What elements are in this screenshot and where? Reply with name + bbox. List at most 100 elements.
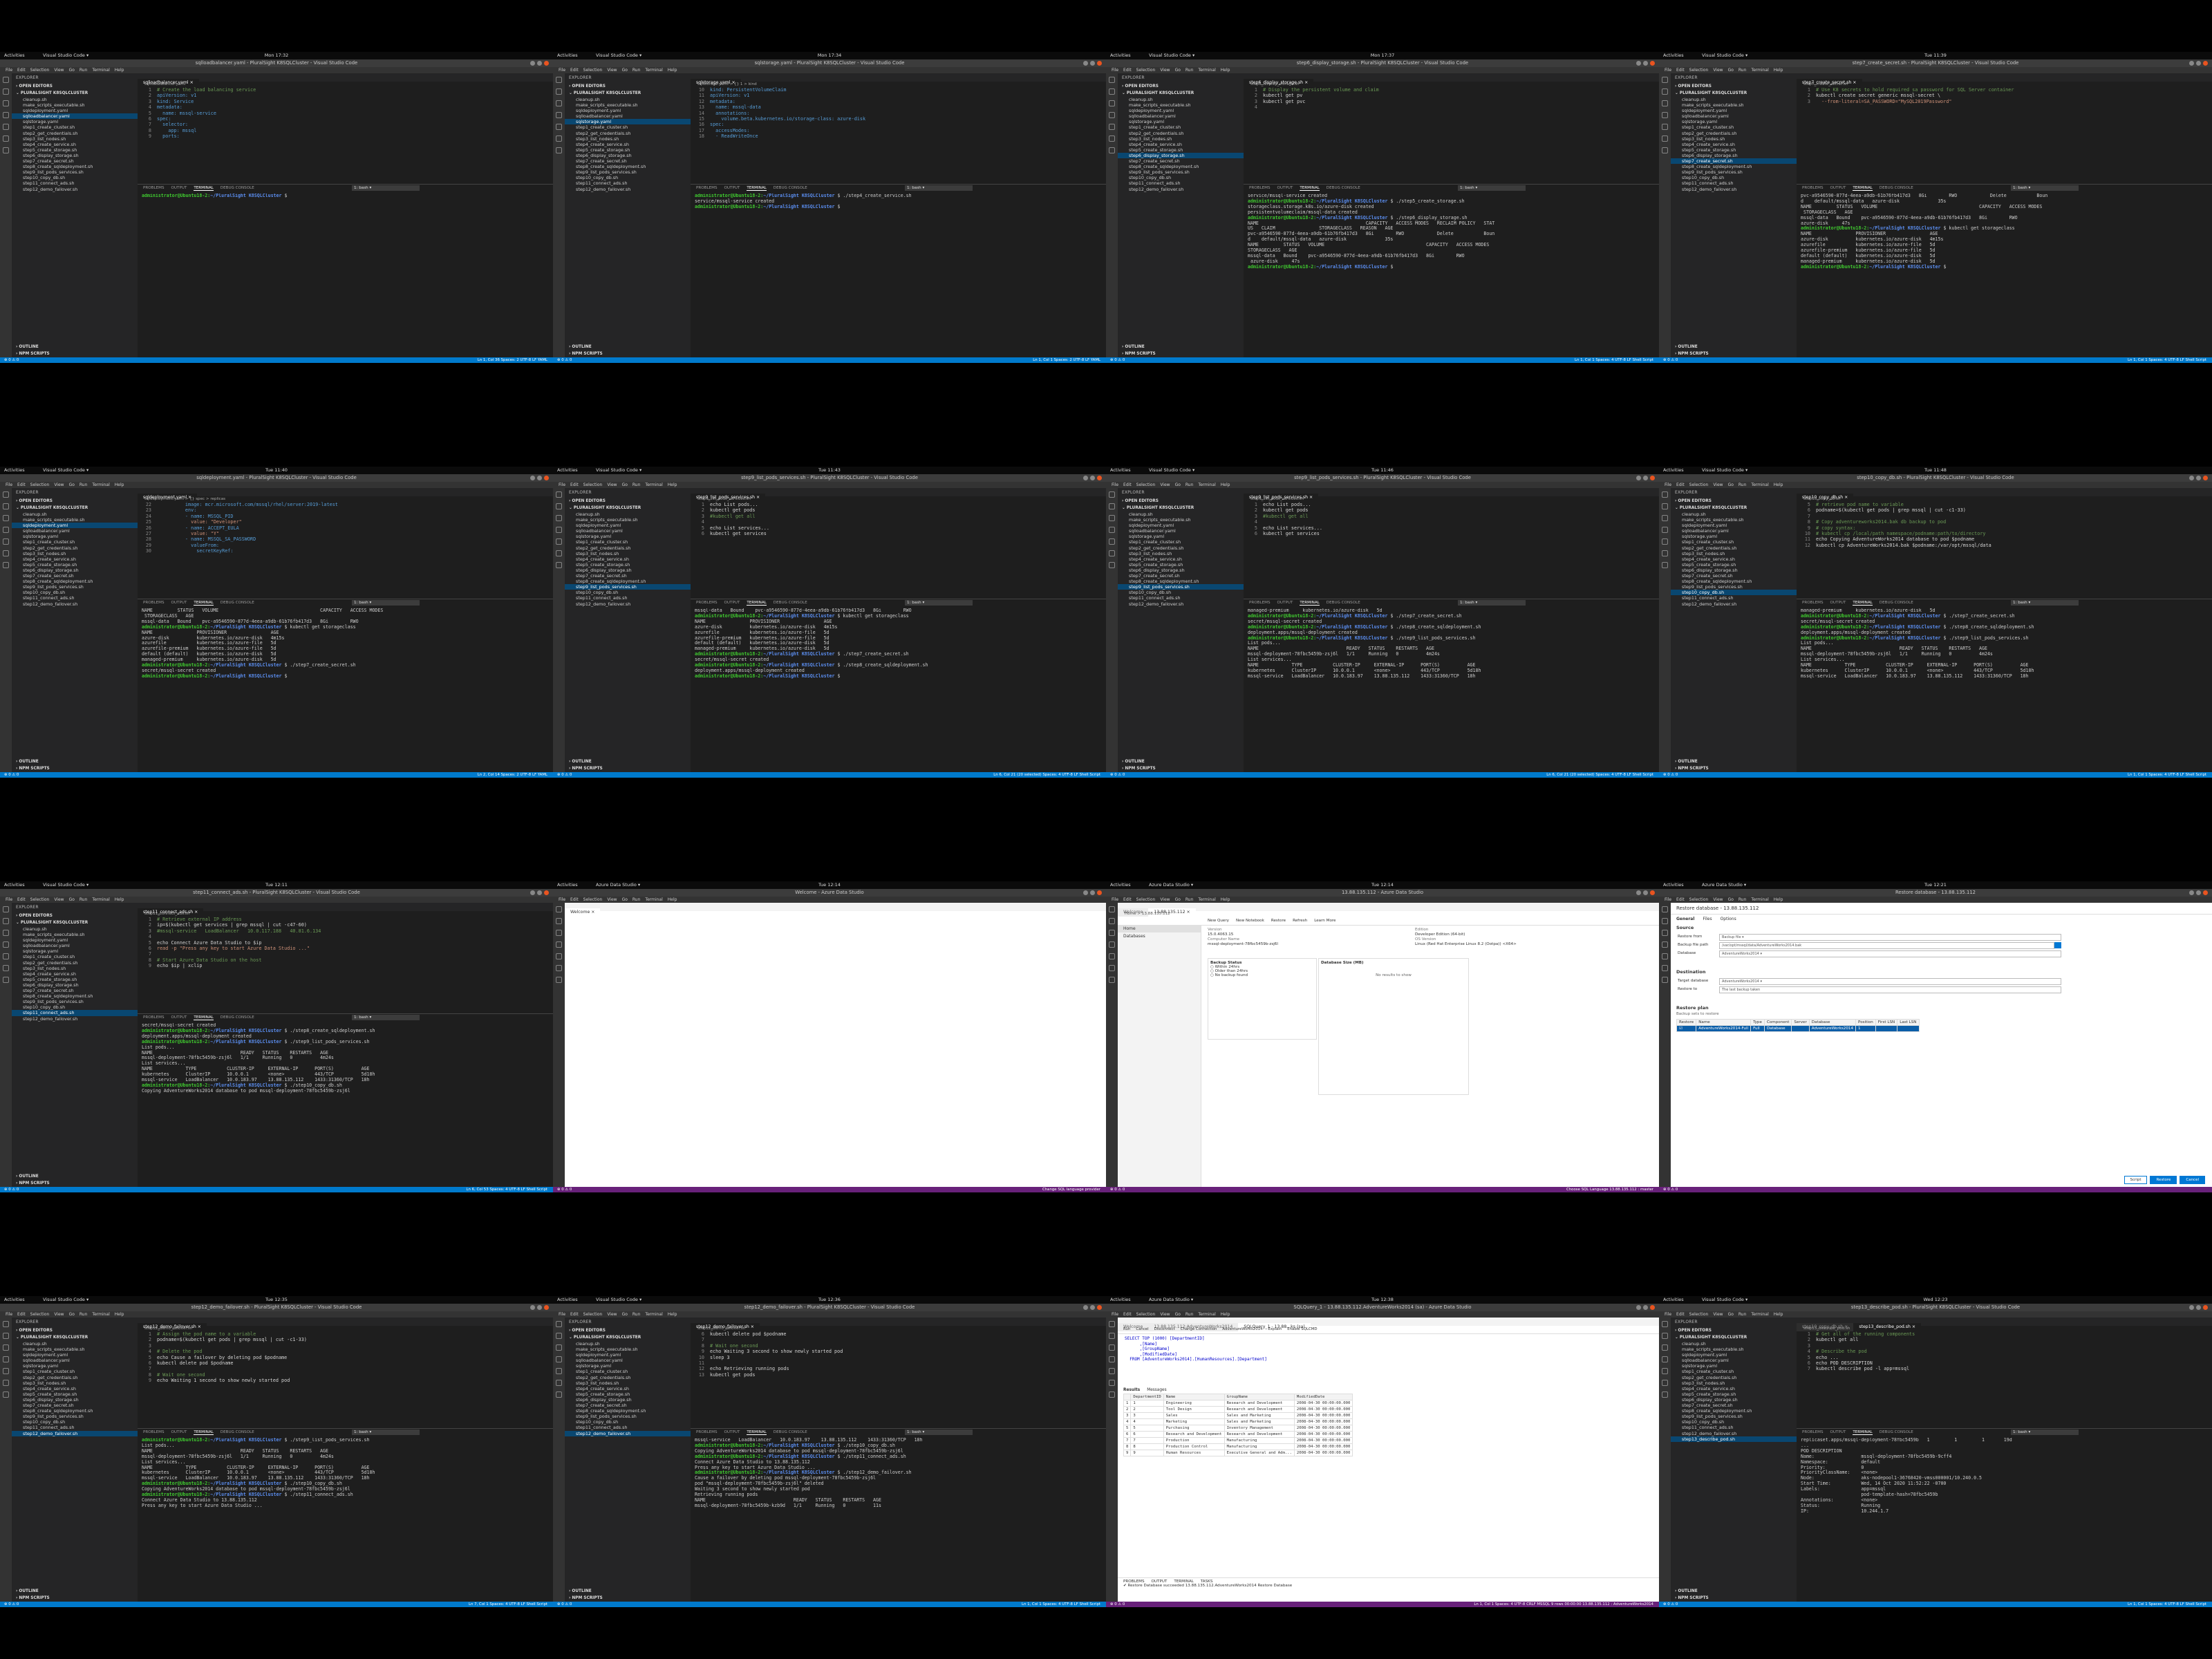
source-control-icon[interactable] — [1662, 515, 1668, 521]
menu-file[interactable]: File — [1665, 68, 1671, 73]
outline-section[interactable]: › OUTLINE — [1671, 758, 1797, 765]
file-item[interactable]: make_scripts_executable.sh — [1118, 517, 1244, 523]
panel-tab-terminal[interactable]: TERMINAL — [1853, 1430, 1873, 1435]
workspace-section[interactable]: ⌄ PLURALSIGHT K8SQLCLUSTER — [12, 505, 138, 512]
close-icon[interactable] — [2203, 1305, 2208, 1310]
menu-view[interactable]: View — [1713, 897, 1723, 902]
maximize-icon[interactable] — [2196, 476, 2201, 480]
menu-selection[interactable]: Selection — [30, 897, 50, 902]
file-item[interactable]: step3_list_nodes.sh — [12, 966, 138, 971]
menu-selection[interactable]: Selection — [583, 897, 603, 902]
file-item[interactable]: step9_list_pods_services.sh — [1118, 169, 1244, 175]
workspace-section[interactable]: ⌄ PLURALSIGHT K8SQLCLUSTER — [12, 919, 138, 926]
panel-tab-terminal[interactable]: TERMINAL — [194, 1015, 214, 1020]
close-icon[interactable] — [1650, 476, 1655, 480]
extensions-icon[interactable] — [556, 538, 562, 545]
menu-edit[interactable]: Edit — [1676, 897, 1685, 902]
open-editors-section[interactable]: › OPEN EDITORS — [565, 83, 691, 90]
file-item[interactable]: cleanup.sh — [565, 512, 691, 517]
extensions-icon[interactable] — [3, 538, 9, 545]
panel-tab-output[interactable]: OUTPUT — [1830, 186, 1846, 190]
outline-section[interactable]: › OUTLINE — [1671, 344, 1797, 350]
debug-icon[interactable] — [1109, 1356, 1115, 1362]
menu-view[interactable]: View — [1713, 1312, 1723, 1317]
menu-help[interactable]: Help — [668, 68, 677, 73]
search-icon[interactable] — [3, 503, 9, 509]
menu-run[interactable]: Run — [632, 1312, 641, 1317]
menu-terminal[interactable]: Terminal — [92, 897, 109, 902]
menu-view[interactable]: View — [607, 68, 617, 73]
extensions-icon[interactable] — [3, 953, 9, 959]
menu-edit[interactable]: Edit — [17, 482, 26, 487]
menu-terminal[interactable]: Terminal — [1751, 1312, 1768, 1317]
account-icon[interactable] — [1109, 135, 1115, 142]
menu-run[interactable]: Run — [79, 897, 88, 902]
debug-icon[interactable] — [556, 1356, 562, 1362]
menu-help[interactable]: Help — [115, 68, 124, 73]
gear-icon[interactable] — [1662, 977, 1668, 983]
file-item[interactable]: make_scripts_executable.sh — [1118, 102, 1244, 108]
extensions-icon[interactable] — [556, 124, 562, 130]
maximize-icon[interactable] — [1643, 476, 1648, 480]
file-item[interactable]: step7_create_secret.sh — [12, 158, 138, 164]
menu-selection[interactable]: Selection — [1689, 482, 1709, 487]
maximize-icon[interactable] — [1090, 890, 1095, 895]
file-item[interactable]: sqldeployment.yaml — [12, 937, 138, 943]
file-item[interactable]: step4_create_service.sh — [565, 1386, 691, 1391]
file-item[interactable]: step5_create_storage.sh — [12, 1391, 138, 1397]
script-button[interactable]: Script — [2124, 1176, 2148, 1184]
file-item[interactable]: sqlstorage.yaml — [12, 534, 138, 539]
file-item[interactable]: step6_display_storage.sh — [12, 568, 138, 573]
file-item[interactable]: step3_list_nodes.sh — [12, 551, 138, 556]
panel-tab-problems[interactable]: PROBLEMS — [696, 1430, 718, 1434]
terminal-selector[interactable]: 1: bash ▾ — [352, 1015, 420, 1020]
file-item[interactable]: step7_create_secret.sh — [565, 158, 691, 164]
terminal-selector[interactable]: 1: bash ▾ — [905, 600, 973, 606]
file-item[interactable]: step6_display_storage.sh — [565, 568, 691, 573]
panel-tab-debug-console[interactable]: DEBUG CONSOLE — [1880, 601, 1913, 605]
menu-file[interactable]: File — [559, 1312, 565, 1317]
explorer-icon[interactable] — [3, 906, 9, 912]
file-item[interactable]: step4_create_service.sh — [12, 971, 138, 977]
file-item[interactable]: step12_demo_failover.sh — [1118, 187, 1244, 192]
minimize-icon[interactable] — [1636, 1305, 1641, 1310]
search-icon[interactable] — [3, 918, 9, 924]
file-item[interactable]: step5_create_storage.sh — [1671, 147, 1797, 153]
search-icon[interactable] — [1662, 1333, 1668, 1339]
account-icon[interactable] — [1109, 550, 1115, 556]
file-item[interactable]: sqlstorage.yaml — [1118, 534, 1244, 539]
terminal-selector[interactable]: 1: bash ▾ — [352, 1430, 420, 1435]
workspace-section[interactable]: ⌄ PLURALSIGHT K8SQLCLUSTER — [12, 90, 138, 97]
close-icon[interactable] — [1650, 61, 1655, 66]
file-item[interactable]: sqldeployment.yaml — [1671, 108, 1797, 113]
file-item[interactable]: sqldeployment.yaml — [565, 1352, 691, 1358]
extensions-icon[interactable] — [1662, 124, 1668, 130]
panel-tab-problems[interactable]: PROBLEMS — [696, 601, 718, 605]
workspace-section[interactable]: ⌄ PLURALSIGHT K8SQLCLUSTER — [1671, 90, 1797, 97]
file-item[interactable]: step6_display_storage.sh — [12, 153, 138, 158]
menu-view[interactable]: View — [54, 68, 64, 73]
file-item[interactable]: step11_connect_ads.sh — [1671, 180, 1797, 186]
search-icon[interactable] — [3, 1333, 9, 1339]
file-item[interactable]: step9_list_pods_services.sh — [1671, 169, 1797, 175]
file-item[interactable]: step1_create_cluster.sh — [565, 539, 691, 545]
file-item[interactable]: step10_copy_db.sh — [12, 1419, 138, 1425]
extensions-icon[interactable] — [1662, 538, 1668, 545]
search-icon[interactable] — [1662, 918, 1668, 924]
file-item[interactable]: step8_create_sqldeployment.sh — [1671, 164, 1797, 169]
menu-file[interactable]: File — [559, 897, 565, 902]
maximize-icon[interactable] — [537, 476, 542, 480]
panel-tab-output[interactable]: OUTPUT — [171, 601, 187, 605]
menu-help[interactable]: Help — [115, 897, 124, 902]
code-editor[interactable]: 1 # Retrieve external IP address 2 ip=$(kub… — [138, 917, 553, 1013]
file-item[interactable]: step6_display_storage.sh — [1671, 1397, 1797, 1403]
terminal-selector[interactable]: 1: bash ▾ — [905, 1430, 973, 1435]
close-icon[interactable] — [1650, 890, 1655, 895]
minimize-icon[interactable] — [2189, 61, 2194, 66]
file-item[interactable]: step12_demo_failover.sh — [1118, 601, 1244, 607]
debug-icon[interactable] — [1662, 1356, 1668, 1362]
menu-go[interactable]: Go — [622, 482, 628, 487]
minimize-icon[interactable] — [530, 1305, 535, 1310]
file-item[interactable]: step7_create_secret.sh — [12, 573, 138, 579]
menu-run[interactable]: Run — [632, 482, 641, 487]
